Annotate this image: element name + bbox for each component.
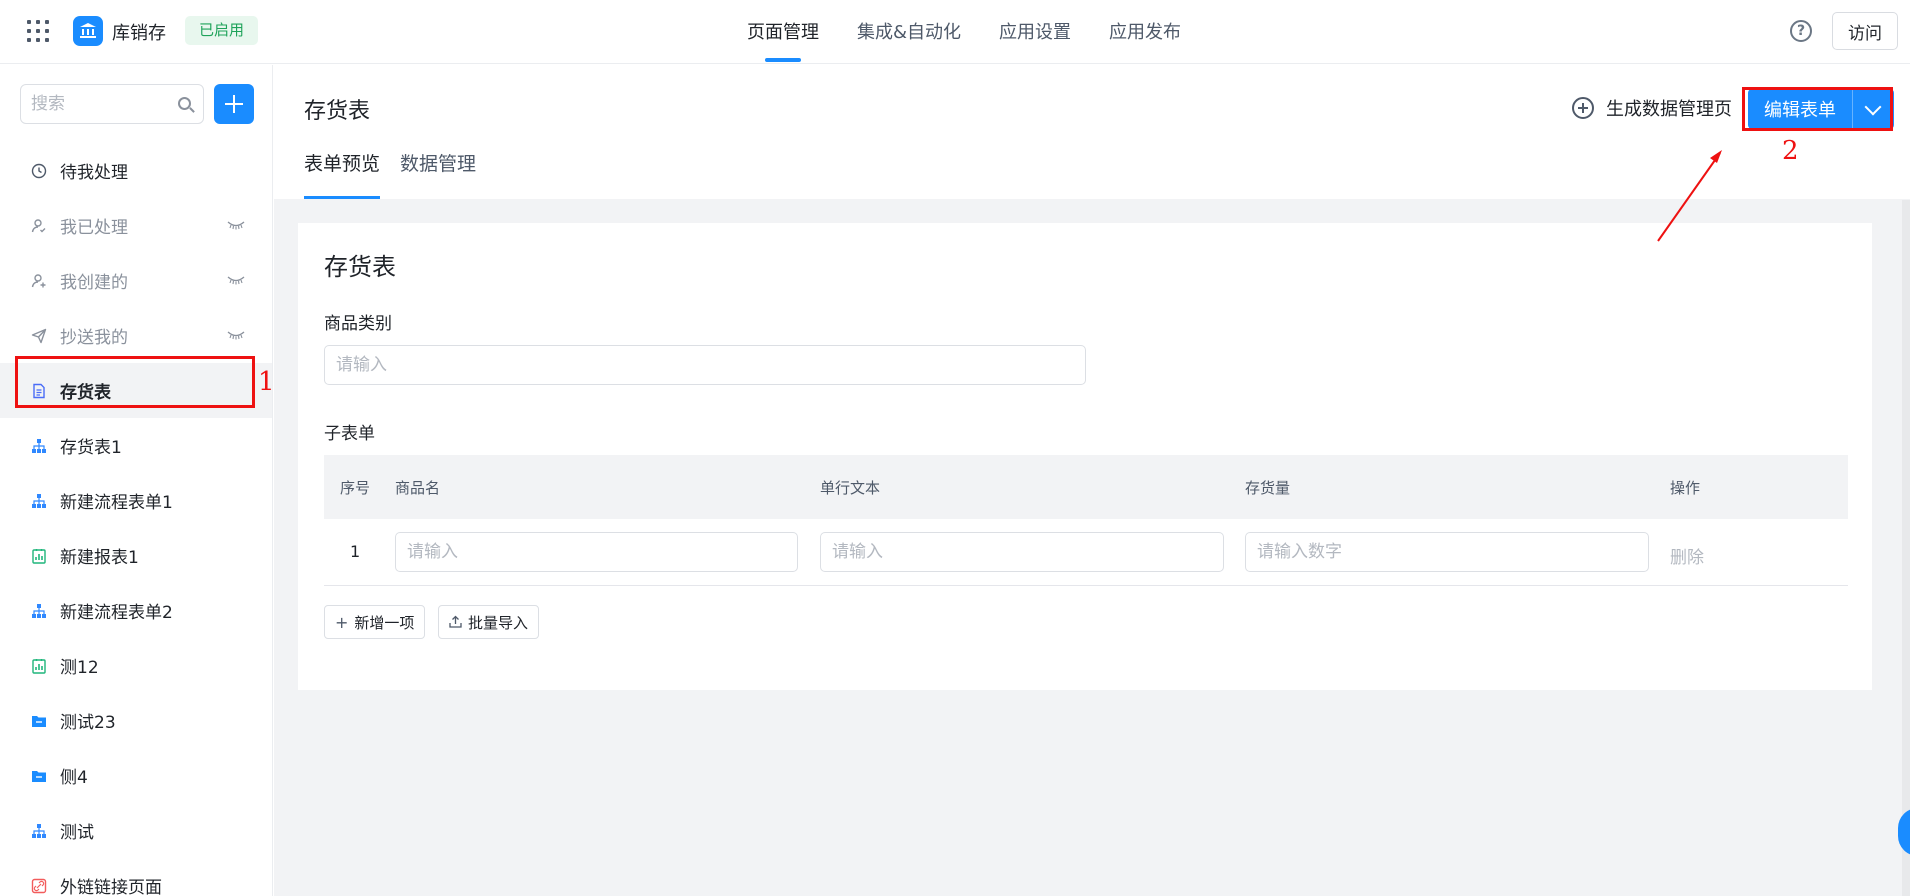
app-grid-icon[interactable]	[27, 20, 49, 42]
category-label: 商品类别	[324, 314, 392, 334]
visit-button[interactable]: 访问	[1832, 12, 1898, 50]
column-single-text: 单行文本	[820, 479, 881, 497]
category-input[interactable]	[324, 345, 1086, 385]
report-icon	[30, 547, 48, 565]
folder-icon	[30, 767, 48, 785]
page-title: 存货表	[304, 99, 371, 124]
subform-table: 序号 商品名 单行文本 存货量 操作 1 删除	[324, 455, 1848, 586]
add-page-button[interactable]	[214, 84, 254, 124]
sidebar-item-label: 侧4	[60, 768, 88, 788]
annotation-arrow	[1657, 150, 1722, 242]
batch-import-button[interactable]: 批量导入	[438, 605, 540, 639]
generate-data-page-label: 生成数据管理页	[1606, 99, 1732, 120]
eye-closed-icon[interactable]	[227, 275, 245, 285]
sidebar-item-new-report-1[interactable]: 新建报表1	[0, 528, 272, 583]
clock-icon	[30, 162, 48, 180]
app-name: 库销存	[112, 23, 166, 44]
add-item-button[interactable]: + 新增一项	[324, 605, 426, 639]
user-add-icon	[30, 272, 48, 290]
sidebar-item-label: 新建报表1	[60, 548, 139, 568]
sidebar-item-test[interactable]: 测试	[0, 803, 272, 858]
row-index: 1	[350, 542, 361, 561]
flow-icon	[30, 822, 48, 840]
sidebar-item-created[interactable]: 我创建的	[0, 253, 272, 308]
flow-icon	[30, 602, 48, 620]
tab-form-preview[interactable]: 表单预览	[304, 149, 381, 199]
status-badge: 已启用	[185, 16, 259, 45]
page-tabs: 表单预览 数据管理	[304, 149, 496, 199]
sidebar-item-new-flow-form-2[interactable]: 新建流程表单2	[0, 583, 272, 638]
sidebar-item-test-12[interactable]: 测12	[0, 638, 272, 693]
stock-qty-input[interactable]	[1245, 532, 1649, 572]
annotation-label-1: 1	[258, 367, 275, 397]
search-input[interactable]	[21, 85, 171, 123]
add-item-label: 新增一项	[354, 613, 415, 632]
eye-closed-icon[interactable]	[227, 220, 245, 230]
sidebar-item-external-link-page[interactable]: 外链链接页面	[0, 858, 272, 896]
page-list: 待我处理 我已处理 我创建的 抄送我的 存货表 存货表1 新建流程表单1 新建报…	[0, 143, 272, 896]
link-page-icon	[30, 877, 48, 895]
sidebar-item-new-flow-form-1[interactable]: 新建流程表单1	[0, 473, 272, 528]
sidebar-item-test-23[interactable]: 测试23	[0, 693, 272, 748]
scrollbar[interactable]	[1902, 200, 1910, 896]
nav-app-settings[interactable]: 应用设置	[999, 0, 1071, 64]
folder-icon	[30, 712, 48, 730]
top-nav: 页面管理 集成&自动化 应用设置 应用发布	[728, 0, 1200, 64]
sidebar-item-label: 新建流程表单2	[60, 603, 173, 623]
nav-integration-automation[interactable]: 集成&自动化	[857, 0, 961, 64]
subform-label: 子表单	[324, 424, 375, 444]
single-text-input[interactable]	[820, 532, 1224, 572]
search-box	[20, 84, 204, 124]
annotation-label-2: 2	[1782, 136, 1799, 166]
sidebar-item-label: 我已处理	[60, 218, 128, 238]
eye-closed-icon[interactable]	[227, 330, 245, 340]
column-stock-qty: 存货量	[1245, 479, 1291, 497]
generate-data-page-button[interactable]: 生成数据管理页	[1572, 95, 1732, 121]
column-actions: 操作	[1670, 479, 1701, 497]
bank-icon	[73, 16, 103, 46]
subform-header: 序号 商品名 单行文本 存货量 操作	[324, 455, 1848, 519]
product-name-input[interactable]	[395, 532, 798, 572]
sidebar-item-pending[interactable]: 待我处理	[0, 143, 272, 198]
upload-icon	[449, 613, 462, 632]
sidebar-item-side-4[interactable]: 侧4	[0, 748, 272, 803]
plus-circle-icon	[1572, 97, 1594, 119]
sidebar-item-label: 我创建的	[60, 273, 128, 293]
delete-row-link[interactable]: 删除	[1670, 543, 1704, 568]
sidebar: 待我处理 我已处理 我创建的 抄送我的 存货表 存货表1 新建流程表单1	[0, 65, 273, 896]
flow-icon	[30, 437, 48, 455]
send-icon	[30, 327, 48, 345]
top-bar: 库销存 已启用 页面管理 集成&自动化 应用设置 应用发布 ? 访问	[0, 0, 1910, 64]
sidebar-item-label: 新建流程表单1	[60, 493, 173, 513]
sidebar-item-label: 外链链接页面	[60, 878, 162, 896]
plus-icon: +	[335, 612, 349, 632]
annotation-box-2	[1742, 87, 1893, 131]
sidebar-item-label: 测试23	[60, 713, 116, 733]
sidebar-item-label: 抄送我的	[60, 328, 128, 348]
sidebar-item-label: 测试	[60, 823, 94, 843]
sidebar-item-label: 测12	[60, 658, 99, 678]
sidebar-item-inventory-1[interactable]: 存货表1	[0, 418, 272, 473]
tab-data-management[interactable]: 数据管理	[400, 149, 476, 199]
user-check-icon	[30, 217, 48, 235]
batch-import-label: 批量导入	[468, 613, 529, 632]
report-icon	[30, 657, 48, 675]
flow-icon	[30, 492, 48, 510]
column-index: 序号	[340, 479, 371, 497]
annotation-box-1	[15, 356, 255, 408]
sidebar-item-label: 存货表1	[60, 438, 122, 458]
help-icon[interactable]: ?	[1790, 20, 1812, 42]
form-title: 存货表	[324, 253, 396, 281]
search-icon[interactable]	[178, 97, 191, 110]
nav-page-management[interactable]: 页面管理	[747, 0, 819, 64]
form-preview-card: 存货表 商品类别 子表单 序号 商品名 单行文本 存货量 操作 1 删除 + 新…	[298, 223, 1872, 690]
table-row: 1 删除	[324, 519, 1848, 586]
sidebar-item-label: 待我处理	[60, 163, 128, 183]
column-product-name: 商品名	[395, 479, 441, 497]
sidebar-item-processed[interactable]: 我已处理	[0, 198, 272, 253]
nav-app-publish[interactable]: 应用发布	[1109, 0, 1181, 64]
sidebar-item-cc[interactable]: 抄送我的	[0, 308, 272, 363]
